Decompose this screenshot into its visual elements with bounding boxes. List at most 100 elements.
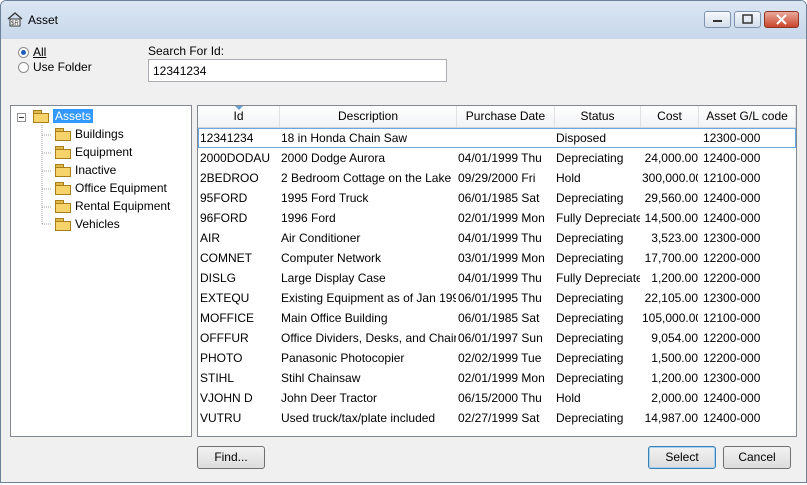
table-row[interactable]: VJOHN D John Deer Tractor 06/15/2000 Thu Ho… xyxy=(198,388,796,408)
close-icon xyxy=(776,14,787,25)
cell-cost: 22,105.00 xyxy=(644,291,698,305)
cell-description: John Deer Tractor xyxy=(281,391,378,405)
cell-purchase-date: 02/01/1999 Mon xyxy=(458,371,545,385)
cell-description: 1995 Ford Truck xyxy=(281,191,369,205)
radio-all-indicator[interactable] xyxy=(18,46,29,58)
column-header-cost[interactable]: Cost xyxy=(641,106,699,127)
cell-status: Depreciating xyxy=(556,251,624,265)
cell-cost xyxy=(642,128,698,148)
cell-id: 2BEDROO xyxy=(200,171,259,185)
table-row[interactable]: 95FORD 1995 Ford Truck 06/01/1985 Sat Depre… xyxy=(198,188,796,208)
cell-asset-gl-code: 12200-000 xyxy=(703,251,761,265)
cell-description: Computer Network xyxy=(281,251,382,265)
cell-purchase-date: 04/01/1999 Thu xyxy=(458,231,542,245)
cell-cost: 14,987.00 xyxy=(644,411,698,425)
tree-item-label: Office Equipment xyxy=(75,181,167,195)
tree-item-label: Equipment xyxy=(75,145,133,159)
close-button[interactable] xyxy=(764,11,799,28)
folder-icon xyxy=(55,182,71,195)
cell-cost: 1,200.00 xyxy=(651,271,698,285)
dialog-body: All Use Folder Search For Id: Assets Bui… xyxy=(8,39,800,475)
column-header-id[interactable]: Id xyxy=(198,106,280,127)
cell-status: Depreciating xyxy=(556,291,624,305)
cell-id: PHOTO xyxy=(200,351,243,365)
cell-description: Used truck/tax/plate included xyxy=(281,411,436,425)
tree-item-rental-equipment[interactable]: Rental Equipment xyxy=(55,198,170,214)
table-row[interactable]: 2000DODAU 2000 Dodge Aurora 04/01/1999 Thu… xyxy=(198,148,796,168)
table-row[interactable]: OFFFUR Office Dividers, Desks, and Chairs… xyxy=(198,328,796,348)
cell-description: Main Office Building xyxy=(281,311,388,325)
title-bar: $R Asset xyxy=(1,1,806,39)
radio-use-folder-label: Use Folder xyxy=(33,60,92,74)
cell-status: Depreciating xyxy=(556,311,624,325)
table-row[interactable]: EXTEQU Existing Equipment as of Jan 1999 0… xyxy=(198,288,796,308)
cell-cost: 24,000.00 xyxy=(644,151,698,165)
cell-id: OFFFUR xyxy=(200,331,249,345)
folder-tree[interactable]: Assets Buildings Equipment Inactive Offi… xyxy=(10,105,192,437)
cell-asset-gl-code: 12200-000 xyxy=(703,351,761,365)
folder-icon xyxy=(55,218,71,231)
cell-cost: 14,500.00 xyxy=(644,211,698,225)
table-row[interactable]: COMNET Computer Network 03/01/1999 Mon Depr… xyxy=(198,248,796,268)
table-row[interactable]: DISLG Large Display Case 04/01/1999 Thu Ful… xyxy=(198,268,796,288)
minimize-button[interactable] xyxy=(704,11,731,28)
asset-grid[interactable]: Id Description Purchase Date Status Cost… xyxy=(197,105,797,437)
maximize-button[interactable] xyxy=(734,11,761,28)
cell-description: 1996 Ford xyxy=(281,211,336,225)
cell-purchase-date: 02/01/1999 Mon xyxy=(458,211,545,225)
cell-status: Hold xyxy=(556,391,581,405)
radio-all-label: All xyxy=(33,45,47,59)
cell-id: 95FORD xyxy=(200,191,248,205)
cell-asset-gl-code: 12400-000 xyxy=(703,411,761,425)
cell-id: 96FORD xyxy=(200,211,248,225)
column-header-description[interactable]: Description xyxy=(280,106,457,127)
tree-item-label: Buildings xyxy=(75,127,124,141)
tree-item-office-equipment[interactable]: Office Equipment xyxy=(55,180,167,196)
cell-status: Depreciating xyxy=(556,191,624,205)
cell-description: Stihl Chainsaw xyxy=(281,371,361,385)
cell-cost: 2,000.00 xyxy=(651,391,698,405)
cell-purchase-date: 06/01/1985 Sat xyxy=(458,191,540,205)
cell-asset-gl-code: 12200-000 xyxy=(703,271,761,285)
tree-item-inactive[interactable]: Inactive xyxy=(55,162,116,178)
cell-status: Depreciating xyxy=(556,371,624,385)
table-row[interactable]: 96FORD 1996 Ford 02/01/1999 Mon Fully Depre… xyxy=(198,208,796,228)
cell-purchase-date: 06/15/2000 Thu xyxy=(458,391,542,405)
table-row[interactable]: STIHL Stihl Chainsaw 02/01/1999 Mon Depreci… xyxy=(198,368,796,388)
cancel-button[interactable]: Cancel xyxy=(723,446,791,469)
tree-item-assets[interactable]: Assets xyxy=(33,108,94,124)
cell-purchase-date: 06/01/1985 Sat xyxy=(458,311,540,325)
table-row[interactable]: 2BEDROO 2 Bedroom Cottage on the Lake 09/2… xyxy=(198,168,796,188)
folder-open-icon xyxy=(33,110,49,123)
radio-use-folder[interactable]: Use Folder xyxy=(18,60,92,74)
tree-collapse-icon[interactable] xyxy=(17,113,26,122)
cell-description: Air Conditioner xyxy=(281,231,361,245)
table-row[interactable]: PHOTO Panasonic Photocopier 02/02/1999 Tue… xyxy=(198,348,796,368)
column-header-purchase-date[interactable]: Purchase Date xyxy=(457,106,555,127)
cell-cost: 105,000.00 xyxy=(642,311,698,325)
folder-icon xyxy=(55,128,71,141)
cell-cost: 3,523.00 xyxy=(651,231,698,245)
radio-use-folder-indicator[interactable] xyxy=(18,61,29,73)
tree-item-buildings[interactable]: Buildings xyxy=(55,126,124,142)
cell-purchase-date xyxy=(458,128,554,148)
table-row[interactable]: VUTRU Used truck/tax/plate included 02/27/… xyxy=(198,408,796,428)
table-row[interactable]: MOFFICE Main Office Building 06/01/1985 Sa… xyxy=(198,308,796,328)
table-row[interactable]: 12341234 18 in Honda Chain Saw Disposed 123… xyxy=(198,128,796,148)
tree-item-equipment[interactable]: Equipment xyxy=(55,144,132,160)
find-button[interactable]: Find... xyxy=(197,446,265,469)
cell-description: Existing Equipment as of Jan 1999 xyxy=(281,291,456,305)
tree-item-vehicles[interactable]: Vehicles xyxy=(55,216,120,232)
cell-id: 2000DODAU xyxy=(200,151,271,165)
search-input[interactable] xyxy=(148,59,447,82)
cell-asset-gl-code: 12100-000 xyxy=(703,171,761,185)
tree-item-label: Inactive xyxy=(75,163,117,177)
column-header-status[interactable]: Status xyxy=(555,106,641,127)
select-button[interactable]: Select xyxy=(648,446,716,469)
column-header-asset-gl-code[interactable]: Asset G/L code xyxy=(699,106,796,127)
table-row[interactable]: AIR Air Conditioner 04/01/1999 Thu Deprecia… xyxy=(198,228,796,248)
cell-purchase-date: 06/01/1997 Sun xyxy=(458,331,543,345)
cell-purchase-date: 09/29/2000 Fri xyxy=(458,171,536,185)
cell-purchase-date: 06/01/1995 Thu xyxy=(458,291,542,305)
radio-all[interactable]: All xyxy=(18,45,46,59)
